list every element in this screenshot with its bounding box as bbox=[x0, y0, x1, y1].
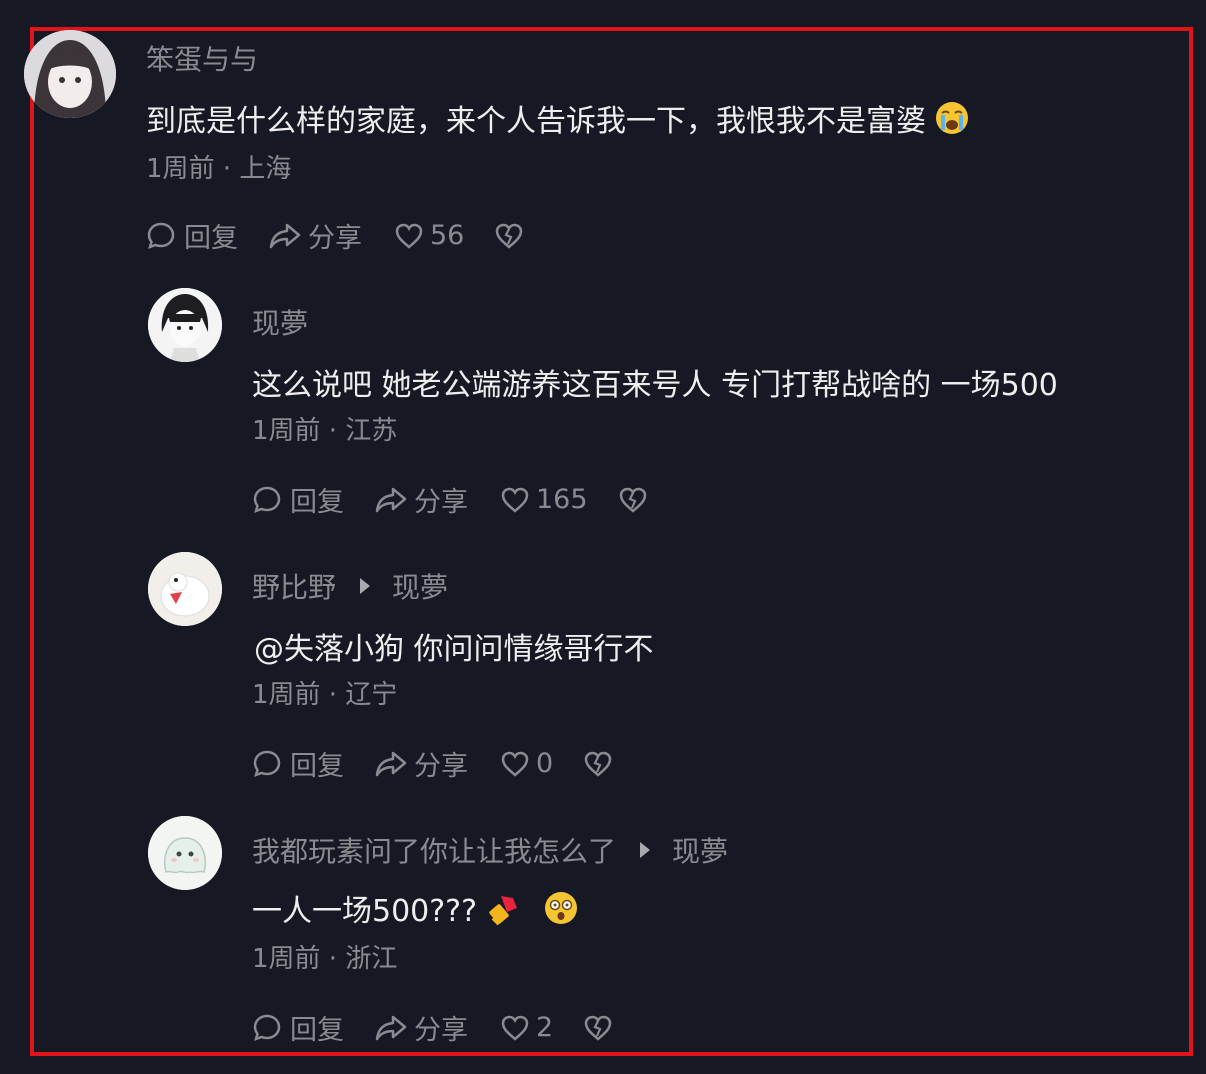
like-button[interactable]: 56 bbox=[394, 220, 464, 251]
avatar[interactable] bbox=[148, 816, 222, 890]
reply-to-author[interactable]: 现夢 bbox=[392, 566, 448, 606]
reply-label: 回复 bbox=[290, 751, 344, 782]
share-arrow-icon bbox=[269, 223, 301, 248]
reply-label: 回复 bbox=[290, 487, 344, 518]
comment-text: 这么说吧 她老公端游养这百来号人 专门打帮战啥的 一场500 bbox=[252, 368, 1058, 403]
heart-icon bbox=[501, 751, 529, 777]
share-button[interactable]: 分享 bbox=[268, 216, 362, 255]
reply-button[interactable]: 回复 bbox=[252, 480, 344, 519]
reply-label: 回复 bbox=[184, 223, 238, 254]
comment-actions: 回复 分享 56 bbox=[146, 216, 524, 255]
broken-heart-icon bbox=[584, 751, 612, 777]
comment-bubble-icon bbox=[253, 486, 281, 513]
like-count: 56 bbox=[430, 220, 465, 251]
comment-actions: 回复 分享 0 bbox=[252, 744, 613, 783]
like-button[interactable]: 165 bbox=[500, 484, 588, 515]
comment-meta: 1周前 · 上海 bbox=[146, 154, 292, 184]
comment-text: @失落小狗 你问问情缘哥行不 bbox=[254, 632, 654, 667]
like-count: 165 bbox=[536, 484, 588, 515]
comment-author[interactable]: 我都玩素问了你让让我怎么了 bbox=[252, 830, 616, 870]
comment-author[interactable]: 现夢 bbox=[252, 302, 308, 342]
share-button[interactable]: 分享 bbox=[374, 744, 468, 783]
share-arrow-icon bbox=[375, 751, 407, 776]
lipstick-icon bbox=[487, 890, 523, 926]
like-count: 2 bbox=[536, 1012, 554, 1043]
reply-to-author[interactable]: 现夢 bbox=[672, 830, 728, 870]
comment-author-row: 现夢 bbox=[252, 302, 308, 342]
comment-text-row: 到底是什么样的家庭，来个人告诉我一下，我恨我不是富婆 bbox=[146, 96, 970, 140]
crying-face-icon bbox=[934, 100, 970, 136]
comment-meta: 1周前 · 江苏 bbox=[252, 416, 398, 446]
comment-text-row: 这么说吧 她老公端游养这百来号人 专门打帮战啥的 一场500 bbox=[252, 360, 1058, 404]
comment-author-row: 野比野 现夢 bbox=[252, 566, 448, 606]
comment-meta: 1周前 · 辽宁 bbox=[252, 680, 398, 710]
dislike-button[interactable] bbox=[583, 1014, 613, 1042]
comment-author-row: 笨蛋与与 bbox=[146, 38, 258, 78]
like-count: 0 bbox=[536, 748, 554, 779]
heart-icon bbox=[395, 223, 423, 249]
comment-bubble-icon bbox=[253, 1014, 281, 1041]
broken-heart-icon bbox=[584, 1015, 612, 1041]
heart-icon bbox=[501, 1015, 529, 1041]
dislike-button[interactable] bbox=[618, 486, 648, 514]
comment-text-row: @失落小狗 你问问情缘哥行不 bbox=[254, 624, 654, 668]
comment-author[interactable]: 笨蛋与与 bbox=[146, 38, 258, 78]
reply-label: 回复 bbox=[290, 1015, 344, 1046]
dizzy-face-icon bbox=[543, 890, 579, 926]
reply-button[interactable]: 回复 bbox=[146, 216, 238, 255]
comment-bubble-icon bbox=[147, 222, 175, 249]
comment-text-row: 一人一场500??? bbox=[252, 886, 579, 930]
like-button[interactable]: 0 bbox=[500, 748, 553, 779]
dislike-button[interactable] bbox=[583, 750, 613, 778]
avatar[interactable] bbox=[148, 552, 222, 626]
like-button[interactable]: 2 bbox=[500, 1012, 553, 1043]
dislike-button[interactable] bbox=[494, 222, 524, 250]
comment-text: 到底是什么样的家庭，来个人告诉我一下，我恨我不是富婆 bbox=[146, 104, 926, 139]
share-label: 分享 bbox=[414, 1015, 468, 1046]
share-arrow-icon bbox=[375, 1015, 407, 1040]
comment-actions: 回复 分享 165 bbox=[252, 480, 648, 519]
share-button[interactable]: 分享 bbox=[374, 480, 468, 519]
share-label: 分享 bbox=[414, 751, 468, 782]
reply-to-arrow-icon bbox=[640, 842, 651, 858]
share-label: 分享 bbox=[308, 223, 362, 254]
reply-button[interactable]: 回复 bbox=[252, 1008, 344, 1047]
share-label: 分享 bbox=[414, 487, 468, 518]
reply-to-arrow-icon bbox=[360, 578, 371, 594]
comment-meta: 1周前 · 浙江 bbox=[252, 944, 398, 974]
broken-heart-icon bbox=[619, 487, 646, 513]
comment-author[interactable]: 野比野 bbox=[252, 566, 336, 606]
broken-heart-icon bbox=[496, 223, 523, 249]
reply-button[interactable]: 回复 bbox=[252, 744, 344, 783]
avatar[interactable] bbox=[148, 288, 222, 362]
comment-bubble-icon bbox=[253, 750, 281, 777]
share-button[interactable]: 分享 bbox=[374, 1008, 468, 1047]
heart-icon bbox=[501, 487, 529, 513]
comment-text: 一人一场500??? bbox=[252, 894, 478, 929]
comment-actions: 回复 分享 2 bbox=[252, 1008, 613, 1047]
comment-author-row: 我都玩素问了你让让我怎么了 现夢 bbox=[252, 830, 728, 870]
avatar[interactable] bbox=[24, 30, 116, 118]
share-arrow-icon bbox=[375, 487, 407, 512]
